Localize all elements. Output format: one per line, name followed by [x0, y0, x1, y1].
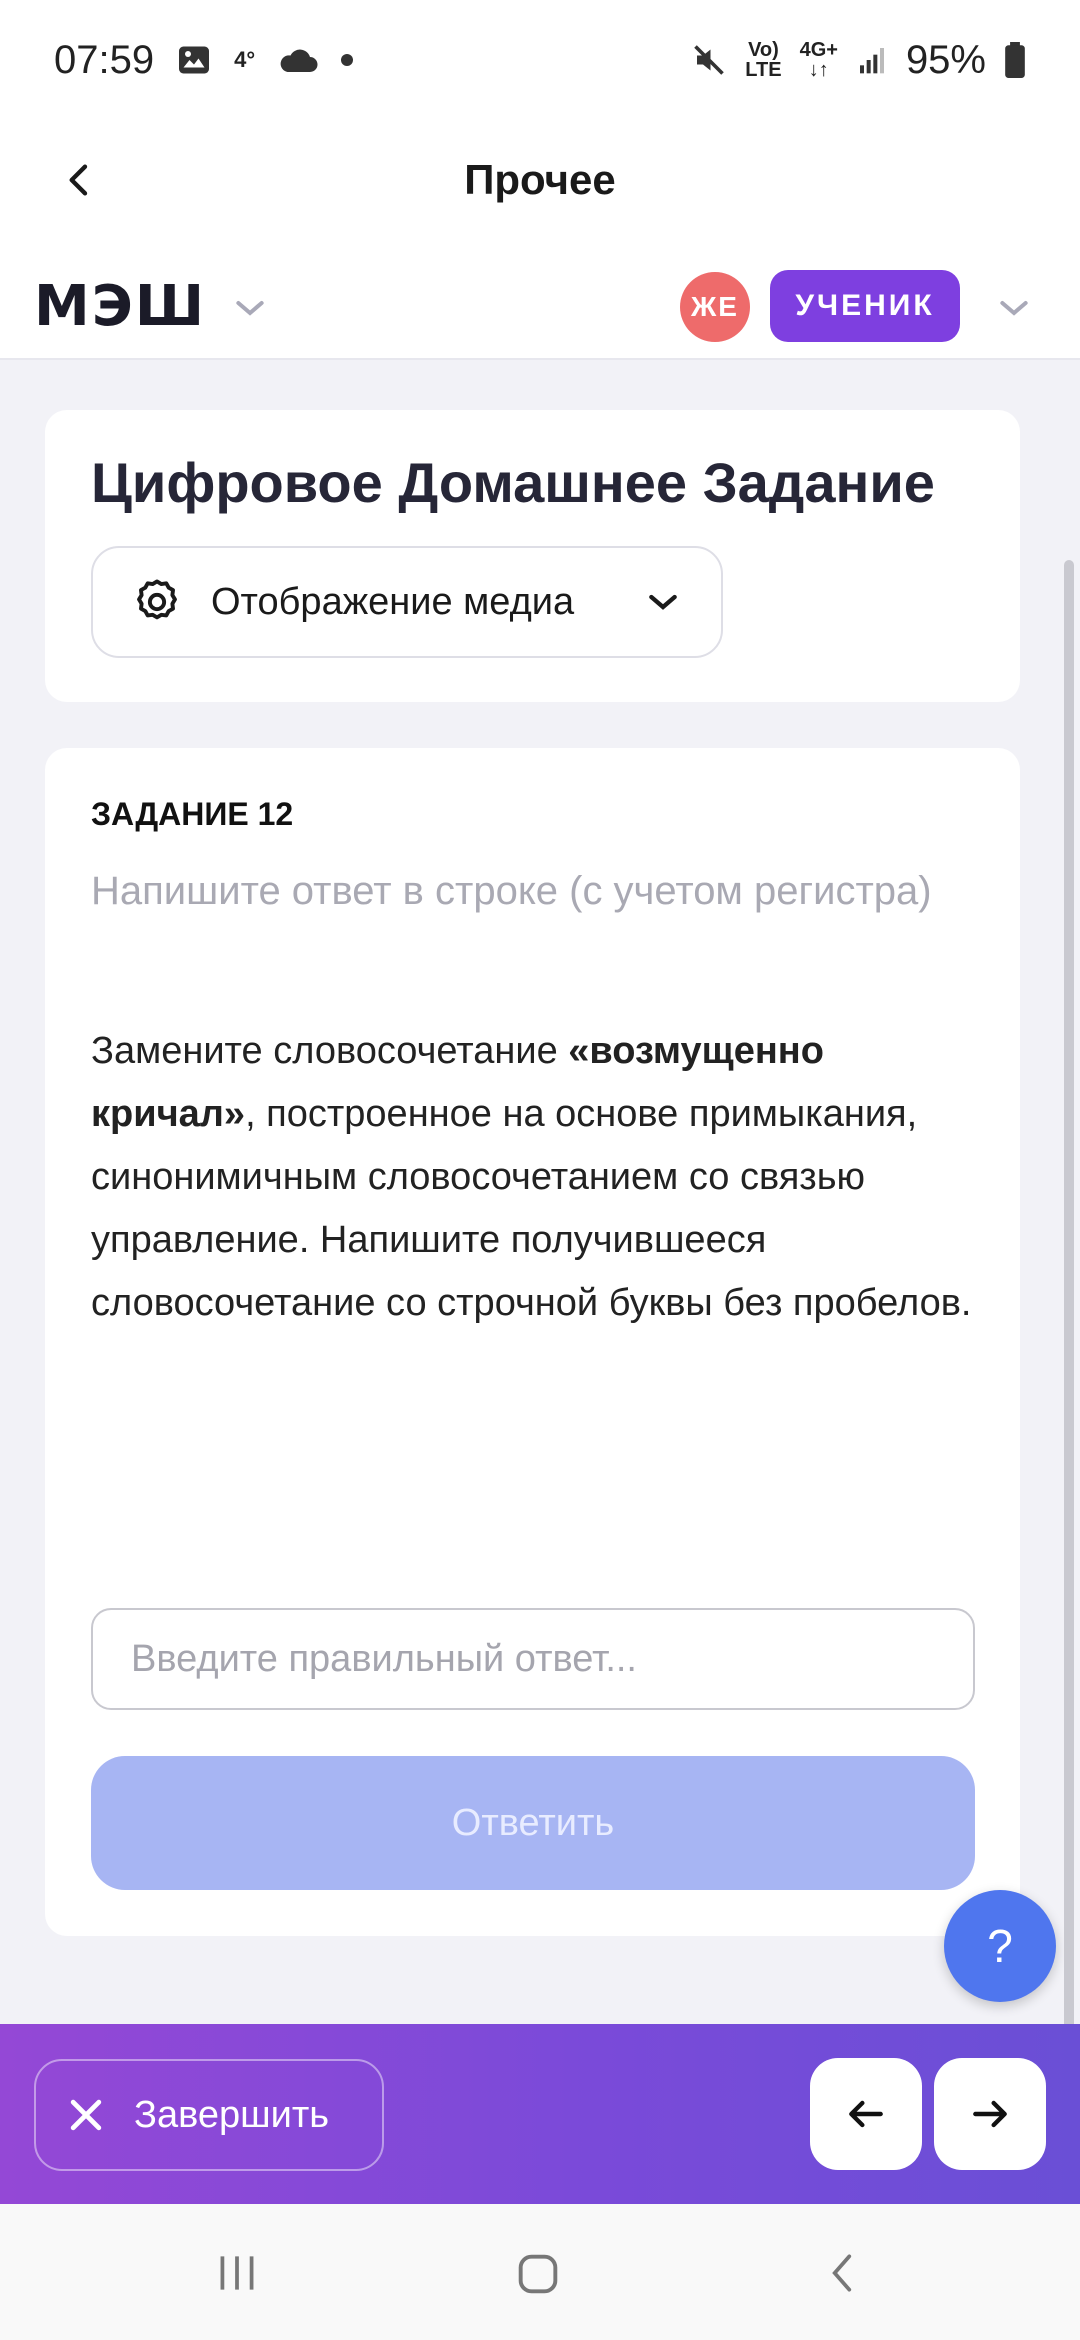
finish-button[interactable]: Завершить: [34, 2059, 384, 2171]
scrollbar[interactable]: [1064, 560, 1074, 2030]
notification-dot-icon: [341, 54, 354, 66]
logo-menu-chevron-down-icon[interactable]: [230, 288, 270, 328]
role-badge[interactable]: УЧЕНИК: [770, 270, 960, 342]
task-card: ЗАДАНИЕ 12 Напишите ответ в строке (с уч…: [45, 748, 1020, 1936]
volte-indicator: Vo) LTE: [745, 40, 781, 80]
profile-menu-chevron-down-icon[interactable]: [994, 288, 1034, 328]
close-icon: [70, 2099, 102, 2131]
back-button[interactable]: [48, 148, 112, 212]
finish-label: Завершить: [134, 2093, 330, 2136]
assignment-header-card: Цифровое Домашнее Задание Отображение ме…: [45, 410, 1020, 702]
gallery-icon: [179, 46, 210, 74]
data-arrows-icon: ↓↑: [808, 59, 829, 81]
previous-button[interactable]: [810, 2058, 922, 2170]
assignment-title: Цифровое Домашнее Задание: [91, 451, 935, 514]
arrow-left-icon: [849, 2100, 883, 2128]
home-icon[interactable]: [512, 2248, 564, 2300]
mobile-data-indicator: 4G+ ↓↑: [800, 40, 838, 80]
media-display-dropdown[interactable]: Отображение медиа: [91, 546, 723, 658]
gear-icon: [137, 579, 177, 620]
status-bar: 07:59 4° Vo) LTE 4G+ ↓↑ 95%: [0, 0, 1080, 120]
system-navigation-bar: [0, 2204, 1080, 2340]
arrow-right-icon: [973, 2100, 1007, 2128]
chevron-left-icon: [69, 164, 88, 196]
submit-answer-button[interactable]: Ответить: [91, 1756, 975, 1890]
status-time: 07:59: [54, 37, 155, 82]
mesh-logo[interactable]: МЭШ: [34, 274, 206, 339]
recent-apps-icon[interactable]: [212, 2248, 262, 2298]
help-button[interactable]: ?: [944, 1890, 1056, 2002]
chevron-down-icon: [649, 594, 677, 610]
next-button[interactable]: [934, 2058, 1046, 2170]
page-title: Прочее: [464, 156, 616, 203]
task-number: ЗАДАНИЕ 12: [91, 796, 294, 832]
app-header: МЭШ ЖЕ УЧЕНИК: [0, 240, 1080, 360]
signal-icon: [859, 48, 884, 74]
battery-percent: 95%: [905, 37, 986, 82]
avatar[interactable]: ЖЕ: [680, 272, 750, 342]
answer-input[interactable]: [91, 1608, 975, 1710]
bottom-action-bar: Завершить: [0, 2024, 1080, 2204]
battery-icon: [1005, 42, 1025, 78]
task-hint: Напишите ответ в строке (с учетом регист…: [91, 869, 932, 913]
task-text-start: Замените словосочетание: [91, 1030, 569, 1072]
media-display-label: Отображение медиа: [211, 580, 575, 623]
mobile-data-type: 4G+: [799, 39, 838, 61]
mute-icon: [694, 45, 725, 75]
status-temperature: 4°: [234, 47, 256, 72]
task-text: Замените словосочетание «возмущенно крич…: [91, 1020, 991, 1335]
volte-top: Vo): [748, 39, 779, 61]
volte-bottom: LTE: [745, 59, 782, 81]
top-bar: Прочее: [0, 120, 1080, 240]
cloud-icon: [280, 49, 318, 72]
system-back-icon[interactable]: [818, 2248, 868, 2298]
